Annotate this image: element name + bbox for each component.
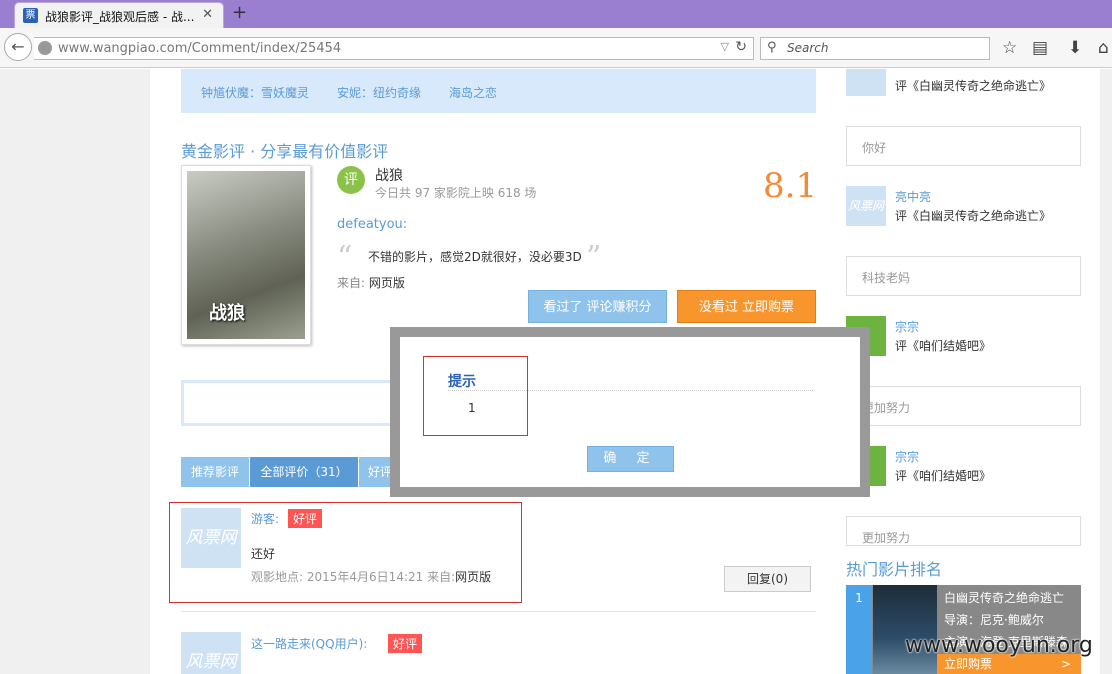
hot-movie-title[interactable]: 白幽灵传奇之绝命逃亡	[944, 589, 1064, 606]
close-quote-icon: ”	[586, 240, 602, 275]
sidebar-comment[interactable]: 评《咱们结婚吧》	[895, 337, 991, 354]
sidebar-username[interactable]: 亮中亮	[895, 188, 931, 205]
tab-title: 战狼影评_战狼观后感 - 战...	[45, 10, 195, 24]
close-tab-icon[interactable]: ✕	[202, 7, 213, 22]
review-badge-icon: 评	[337, 166, 365, 194]
globe-icon	[38, 41, 52, 55]
hot-movie-item[interactable]: 1 白幽灵传奇之绝命逃亡 导演：尼克·鲍威尔 主演：海登·克里斯滕森 立即购票 >	[846, 585, 1081, 674]
open-quote-icon: “	[337, 240, 353, 275]
hot-movie-poster[interactable]	[873, 585, 937, 674]
review-username[interactable]: 这一路走来(QQ用户):	[251, 635, 367, 652]
browser-tab[interactable]: 票 战狼影评_战狼观后感 - 战... ✕	[14, 2, 224, 28]
confirm-button[interactable]: 确 定	[587, 446, 674, 472]
reply-button[interactable]: 回复(0)	[724, 566, 811, 592]
section-title: 黄金影评 · 分享最有价值影评	[181, 142, 389, 161]
reload-icon[interactable]: ↻	[735, 39, 747, 55]
avatar[interactable]: 风票网	[181, 632, 241, 674]
sidebar-comment[interactable]: 评《白幽灵传奇之绝命逃亡》	[895, 77, 1051, 94]
rank-number: 1	[846, 585, 872, 674]
download-icon[interactable]: ⬇	[1068, 38, 1082, 58]
comment-text: 不错的影片，感觉2D就很好，没必要3D	[368, 250, 582, 264]
poster-title: 战狼	[209, 303, 245, 324]
movie-poster[interactable]: 战狼	[181, 165, 311, 345]
left-margin	[0, 69, 150, 674]
divider	[181, 611, 816, 612]
reading-list-icon[interactable]: ▤	[1032, 38, 1048, 58]
movie-name[interactable]: 战狼	[375, 165, 403, 185]
sidebar-comment-box: 更加努力	[846, 386, 1081, 426]
new-tab-icon[interactable]: +	[232, 2, 247, 23]
movie-score: 8.1	[763, 166, 818, 206]
address-bar[interactable]: www.wangpiao.com/Comment/index/25454 ▽ ↻	[34, 37, 754, 60]
bookmark-star-icon[interactable]: ☆	[1002, 38, 1017, 58]
avatar[interactable]: 风票网	[846, 186, 886, 226]
watermark: www.wooyun.org	[905, 633, 1093, 658]
highlight-box	[169, 502, 522, 603]
tab-all[interactable]: 全部评价（31）	[250, 457, 358, 487]
search-icon: ⚲	[767, 40, 777, 55]
sidebar-comment-box: 科技老妈	[846, 256, 1081, 296]
home-icon[interactable]: ⌂	[1098, 38, 1109, 58]
avatar[interactable]	[846, 69, 886, 96]
sidebar-comment-box: 你好	[846, 126, 1081, 166]
comment-source: 来自: 网页版	[337, 276, 405, 290]
sidebar-comment[interactable]: 评《咱们结婚吧》	[895, 467, 991, 484]
buy-ticket-button[interactable]: 没看过 立即购票	[677, 290, 816, 323]
tab-recommended[interactable]: 推荐影评	[181, 457, 249, 487]
comment-input[interactable]	[181, 380, 401, 426]
movie-stats: 今日共 97 家影院上映 618 场	[375, 186, 537, 200]
hot-movie-director: 导演：尼克·鲍威尔	[944, 613, 1044, 627]
hot-movies-title: 热门影片排名	[846, 560, 943, 579]
dropdown-icon[interactable]: ▽	[721, 40, 729, 53]
site-favicon-icon: 票	[23, 8, 38, 23]
seen-review-button[interactable]: 看过了 评论赚积分	[528, 290, 667, 323]
sidebar-username[interactable]: 宗宗	[895, 318, 919, 335]
positive-badge: 好评	[388, 634, 423, 653]
banner-link[interactable]: 安妮：纽约奇缘	[337, 84, 421, 101]
review-tabs: 推荐影评 全部评价（31） 好评	[181, 457, 401, 487]
comment-user[interactable]: defeatyou:	[337, 217, 407, 232]
highlight-box	[423, 356, 528, 436]
back-icon[interactable]: ←	[4, 33, 32, 61]
search-input[interactable]: ⚲ Search	[760, 37, 990, 60]
banner-link[interactable]: 钟馗伏魔：雪妖魔灵	[201, 84, 309, 101]
search-placeholder: Search	[787, 41, 829, 55]
url-text: www.wangpiao.com/Comment/index/25454	[58, 41, 342, 56]
sidebar-username[interactable]: 宗宗	[895, 448, 919, 465]
banner-link[interactable]: 海岛之恋	[449, 84, 497, 101]
right-margin	[1100, 69, 1112, 674]
sidebar-comment-box: 更加努力	[846, 516, 1081, 546]
sidebar-comment[interactable]: 评《白幽灵传奇之绝命逃亡》	[895, 207, 1051, 224]
